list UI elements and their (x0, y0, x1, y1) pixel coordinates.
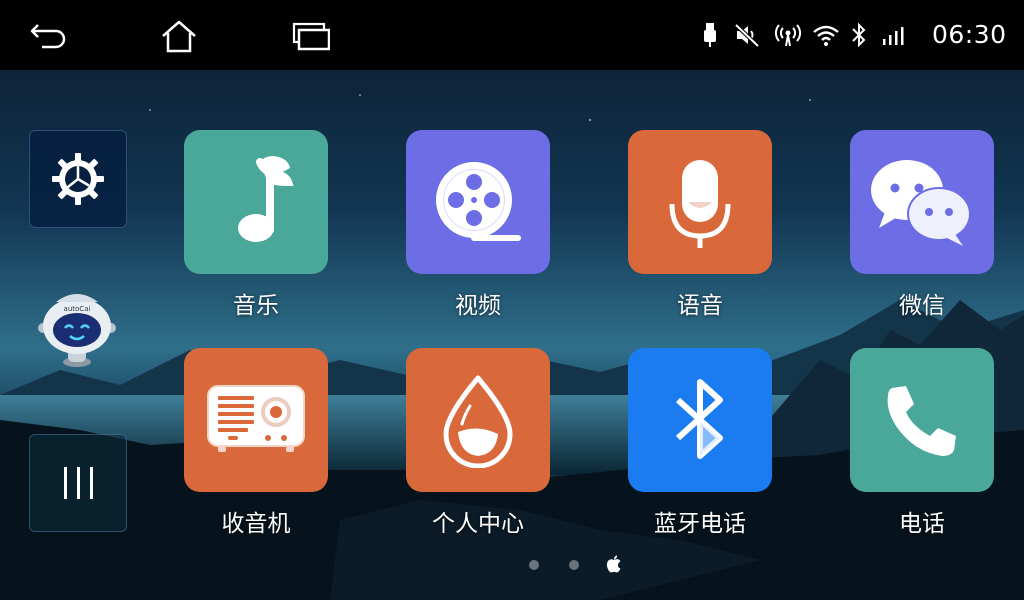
usb-icon (696, 20, 724, 50)
clock: 06:30 (932, 20, 1007, 49)
app-radio[interactable]: 收音机 (184, 348, 328, 538)
water-drop-icon (443, 375, 513, 468)
status-bar: 06:30 (0, 0, 1024, 70)
home-icon (162, 20, 196, 53)
page-dot-1[interactable] (529, 560, 539, 570)
music-note-icon (238, 156, 294, 242)
settings-button[interactable] (29, 130, 127, 228)
app-voice-label: 语音 (677, 293, 723, 319)
page-dot-2[interactable] (569, 560, 579, 570)
microphone-icon (669, 160, 731, 248)
app-bluetooth-phone-label: 蓝牙电话 (654, 511, 746, 537)
film-reel-icon (436, 162, 521, 241)
app-profile-label: 个人中心 (432, 511, 524, 537)
app-bluetooth-phone-tile[interactable] (628, 348, 772, 492)
phone-handset-icon (887, 386, 956, 456)
back-icon (30, 24, 66, 49)
app-phone-tile[interactable] (850, 348, 994, 492)
app-wechat[interactable]: 微信 (850, 130, 994, 320)
app-profile[interactable]: 个人中心 (406, 348, 550, 538)
app-drawer-icon (64, 467, 93, 499)
page-dot-carplay[interactable] (604, 554, 624, 576)
app-video[interactable]: 视频 (406, 130, 550, 320)
app-drawer-button[interactable] (29, 434, 127, 532)
app-video-tile[interactable] (406, 130, 550, 274)
app-phone[interactable]: 电话 (850, 348, 994, 538)
app-radio-label: 收音机 (221, 511, 291, 537)
cellular-signal-icon (880, 20, 908, 50)
app-radio-tile[interactable] (184, 348, 328, 492)
back-button[interactable] (26, 14, 70, 58)
chat-bubbles-icon (871, 160, 971, 246)
app-voice[interactable]: 语音 (628, 130, 772, 320)
bluetooth-icon (845, 20, 873, 50)
app-video-label: 视频 (455, 293, 501, 319)
recent-apps-button[interactable] (288, 14, 332, 58)
home-button[interactable] (157, 14, 201, 58)
bluetooth-icon (675, 379, 723, 459)
app-profile-tile[interactable] (406, 348, 550, 492)
recent-apps-icon (292, 22, 330, 51)
wifi-icon (812, 20, 840, 50)
assistant-robot-icon: autoCai (38, 294, 116, 367)
robot-badge-text: autoCai (64, 305, 91, 313)
radio-icon (207, 385, 305, 452)
app-wechat-label: 微信 (899, 293, 945, 319)
volume-muted-icon (733, 20, 761, 50)
app-wechat-tile[interactable] (850, 130, 994, 274)
app-voice-tile[interactable] (628, 130, 772, 274)
app-music-label: 音乐 (233, 293, 279, 319)
hotspot-icon (774, 20, 802, 50)
app-music-tile[interactable] (184, 130, 328, 274)
app-bluetooth-phone[interactable]: 蓝牙电话 (628, 348, 772, 538)
app-music[interactable]: 音乐 (184, 130, 328, 320)
gear-icon (52, 153, 104, 205)
voice-assistant-robot[interactable]: autoCai (36, 292, 118, 368)
apple-carplay-icon (606, 555, 621, 573)
app-phone-label: 电话 (899, 511, 945, 537)
